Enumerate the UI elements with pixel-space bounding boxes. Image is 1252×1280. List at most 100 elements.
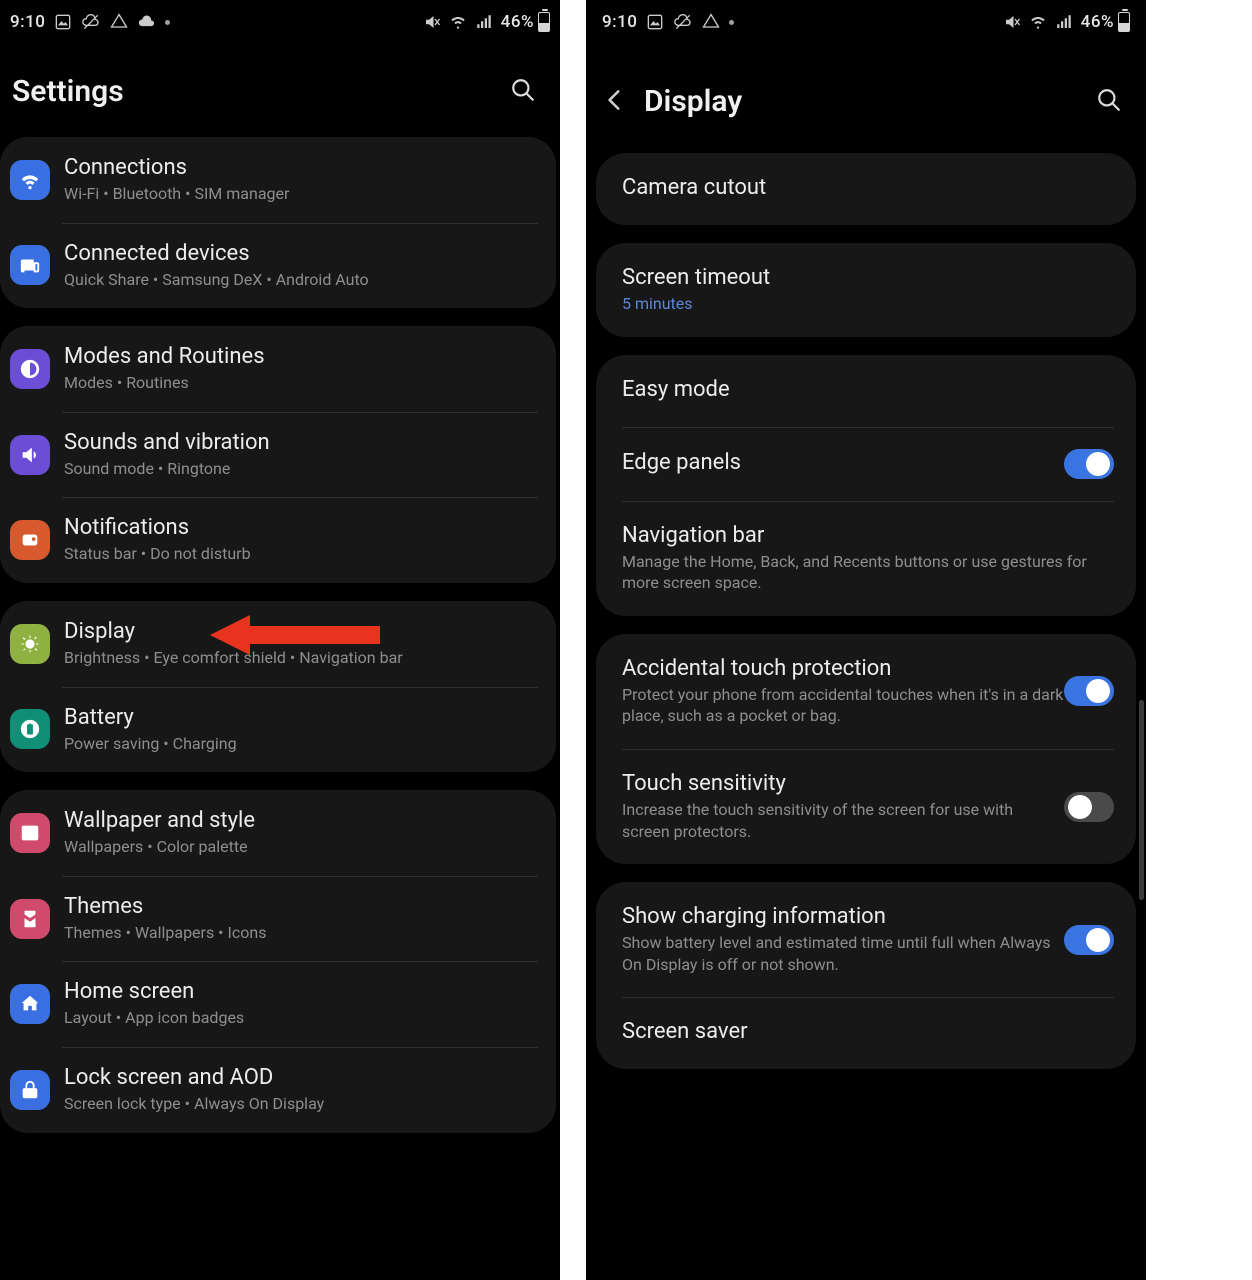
row-subtitle: Quick Share • Samsung DeX • Android Auto <box>64 269 538 291</box>
row-label: Wallpaper and style <box>64 808 538 833</box>
header: Display <box>586 44 1146 153</box>
row-label: Edge panels <box>622 450 1064 475</box>
phone-display: 9:10 46% Display Camera cutout Screen tim… <box>586 0 1146 1280</box>
row-subtitle: Layout • App icon badges <box>64 1007 538 1029</box>
row-subtitle: Status bar • Do not disturb <box>64 543 538 565</box>
battery-icon <box>10 709 50 749</box>
display-row-touch-sensitivity[interactable]: Touch sensitivity Increase the touch sens… <box>596 749 1136 864</box>
statusbar-time: 9:10 <box>602 12 637 32</box>
home-icon <box>10 984 50 1024</box>
page-title: Settings <box>12 74 124 109</box>
display-row-screen-timeout[interactable]: Screen timeout 5 minutes <box>596 243 1136 337</box>
battery-percent: 46% <box>1081 12 1114 32</box>
row-label: Sounds and vibration <box>64 430 538 455</box>
row-subtitle: Manage the Home, Back, and Recents butto… <box>622 551 1114 594</box>
toggle[interactable] <box>1064 676 1114 706</box>
row-subtitle: Screen lock type • Always On Display <box>64 1093 538 1115</box>
notif-icon <box>10 520 50 560</box>
settings-row-lock-screen-and-aod[interactable]: Lock screen and AOD Screen lock type • Al… <box>0 1047 556 1133</box>
row-label: Display <box>64 619 538 644</box>
row-subtitle: Wi-Fi • Bluetooth • SIM manager <box>64 183 538 205</box>
row-label: Screen saver <box>622 1019 1114 1044</box>
display-row-camera-cutout[interactable]: Camera cutout <box>596 153 1136 225</box>
toggle[interactable] <box>1064 925 1114 955</box>
back-icon[interactable] <box>602 87 628 117</box>
statusbar-time: 9:10 <box>10 12 45 32</box>
settings-row-wallpaper-and-style[interactable]: Wallpaper and style Wallpapers • Color pa… <box>0 790 556 876</box>
drive-icon <box>109 12 129 32</box>
row-subtitle: Themes • Wallpapers • Icons <box>64 922 538 944</box>
header: Settings <box>0 44 560 137</box>
signal-icon <box>475 13 493 31</box>
row-subtitle: 5 minutes <box>622 293 1114 315</box>
lock-icon <box>10 1070 50 1110</box>
toggle[interactable] <box>1064 449 1114 479</box>
row-label: Notifications <box>64 515 538 540</box>
settings-row-home-screen[interactable]: Home screen Layout • App icon badges <box>0 961 556 1047</box>
search-icon[interactable] <box>1096 87 1122 117</box>
display-row-screen-saver[interactable]: Screen saver <box>596 997 1136 1069</box>
settings-row-themes[interactable]: Themes Themes • Wallpapers • Icons <box>0 876 556 962</box>
display-row-show-charging-information[interactable]: Show charging information Show battery le… <box>596 882 1136 997</box>
row-label: Themes <box>64 894 538 919</box>
row-subtitle: Show battery level and estimated time un… <box>622 932 1064 975</box>
row-label: Home screen <box>64 979 538 1004</box>
row-subtitle: Power saving • Charging <box>64 733 538 755</box>
drive-icon <box>701 12 721 32</box>
row-label: Accidental touch protection <box>622 656 1064 681</box>
row-label: Show charging information <box>622 904 1064 929</box>
settings-row-display[interactable]: Display Brightness • Eye comfort shield •… <box>0 601 556 687</box>
gallery-icon <box>645 12 665 32</box>
more-notifications-dot <box>729 20 734 25</box>
display-row-navigation-bar[interactable]: Navigation bar Manage the Home, Back, and… <box>596 501 1136 616</box>
settings-row-sounds-and-vibration[interactable]: Sounds and vibration Sound mode • Rington… <box>0 412 556 498</box>
row-subtitle: Increase the touch sensitivity of the sc… <box>622 799 1064 842</box>
phone-settings: 9:10 46% Settings Connections Wi-Fi • Blu… <box>0 0 560 1280</box>
mute-icon <box>1003 13 1021 31</box>
settings-row-connected-devices[interactable]: Connected devices Quick Share • Samsung D… <box>0 223 556 309</box>
settings-list: Connections Wi-Fi • Bluetooth • SIM manag… <box>0 137 560 1133</box>
battery-icon <box>538 12 550 32</box>
row-label: Easy mode <box>622 377 1114 402</box>
toggle[interactable] <box>1064 792 1114 822</box>
wallpaper-icon <box>10 813 50 853</box>
settings-row-connections[interactable]: Connections Wi-Fi • Bluetooth • SIM manag… <box>0 137 556 223</box>
wifi-icon <box>1029 13 1047 31</box>
settings-row-battery[interactable]: Battery Power saving • Charging <box>0 687 556 773</box>
cloud-icon <box>137 12 157 32</box>
signal-icon <box>1055 13 1073 31</box>
row-label: Screen timeout <box>622 265 1114 290</box>
display-row-accidental-touch-protection[interactable]: Accidental touch protection Protect your … <box>596 634 1136 749</box>
wifi-icon <box>449 13 467 31</box>
cloud-off-icon <box>81 12 101 32</box>
display-row-edge-panels[interactable]: Edge panels <box>596 427 1136 501</box>
row-label: Modes and Routines <box>64 344 538 369</box>
row-label: Connections <box>64 155 538 180</box>
row-label: Battery <box>64 705 538 730</box>
settings-row-modes-and-routines[interactable]: Modes and RoutinesModes • Routines <box>0 326 556 412</box>
battery-icon <box>1118 12 1130 32</box>
modes-icon <box>10 349 50 389</box>
row-subtitle: Wallpapers • Color palette <box>64 836 538 858</box>
gallery-icon <box>53 12 73 32</box>
display-row-easy-mode[interactable]: Easy mode <box>596 355 1136 427</box>
battery-percent: 46% <box>501 12 534 32</box>
scrollbar[interactable] <box>1139 700 1144 900</box>
row-subtitle: Brightness • Eye comfort shield • Naviga… <box>64 647 538 669</box>
row-label: Connected devices <box>64 241 538 266</box>
display-settings-list: Camera cutout Screen timeout 5 minutes Easy… <box>586 153 1146 1069</box>
display-icon <box>10 624 50 664</box>
row-label: Lock screen and AOD <box>64 1065 538 1090</box>
settings-row-notifications[interactable]: Notifications Status bar • Do not disturb <box>0 497 556 583</box>
row-label: Touch sensitivity <box>622 771 1064 796</box>
row-label: Navigation bar <box>622 523 1114 548</box>
devices-icon <box>10 245 50 285</box>
search-icon[interactable] <box>510 77 536 107</box>
row-label: Camera cutout <box>622 175 1114 200</box>
more-notifications-dot <box>165 20 170 25</box>
row-subtitle: Sound mode • Ringtone <box>64 458 538 480</box>
row-subtitle: Protect your phone from accidental touch… <box>622 684 1064 727</box>
wifi-icon <box>10 160 50 200</box>
page-title: Display <box>644 84 742 119</box>
mute-icon <box>423 13 441 31</box>
